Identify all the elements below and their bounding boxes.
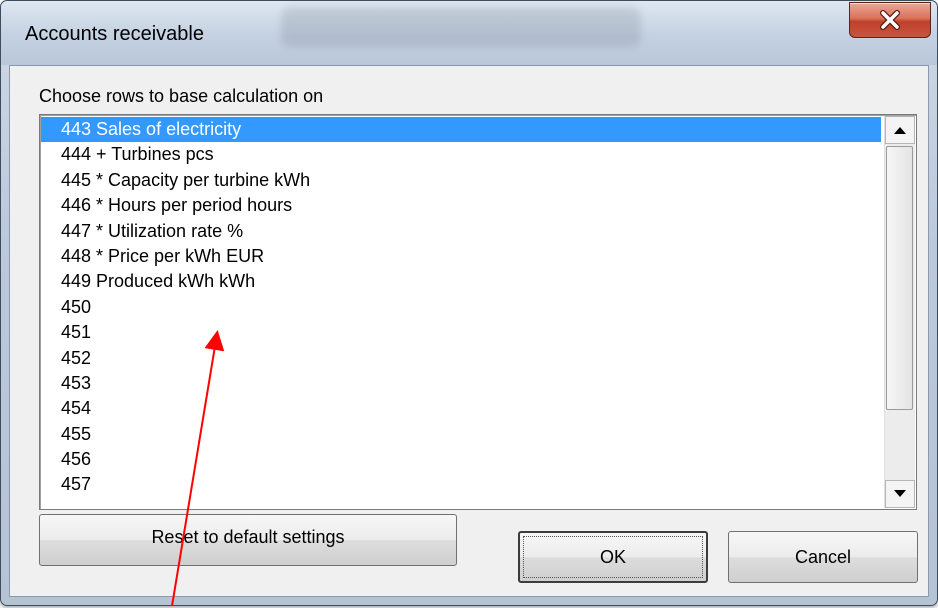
scroll-up-button[interactable]	[885, 116, 915, 144]
rows-prompt-label: Choose rows to base calculation on	[39, 86, 324, 106]
scroll-thumb[interactable]	[886, 146, 913, 410]
list-item[interactable]: 443 Sales of electricity	[41, 117, 881, 143]
list-item[interactable]: 454	[41, 396, 881, 421]
ok-button[interactable]: OK	[518, 531, 708, 583]
list-item[interactable]: 447 * Utilization rate %	[41, 219, 881, 244]
dialog-client-area: Choose rows to base calculation on 443 S…	[9, 65, 929, 597]
list-item[interactable]: 455	[41, 422, 881, 447]
list-item[interactable]: 453	[41, 371, 881, 396]
list-item[interactable]: 445 * Capacity per turbine kWh	[41, 168, 881, 193]
list-item[interactable]: 456	[41, 447, 881, 472]
close-button[interactable]	[849, 2, 931, 38]
list-item[interactable]: 444 + Turbines pcs	[41, 142, 881, 167]
list-item[interactable]: 452	[41, 346, 881, 371]
list-item[interactable]: 446 * Hours per period hours	[41, 193, 881, 218]
rows-listbox[interactable]: 443 Sales of electricity 444 + Turbines p…	[39, 114, 917, 510]
arrow-down-icon	[894, 490, 906, 497]
list-item[interactable]: 451	[41, 320, 881, 345]
reset-defaults-button[interactable]: Reset to default settings	[39, 514, 457, 566]
vertical-scrollbar[interactable]	[884, 116, 915, 508]
rows-list: 443 Sales of electricity 444 + Turbines p…	[41, 117, 881, 498]
close-x-icon	[880, 10, 900, 30]
scroll-down-button[interactable]	[885, 480, 915, 508]
title-bar[interactable]: Accounts receivable	[1, 1, 937, 65]
arrow-up-icon	[894, 127, 906, 134]
cancel-button[interactable]: Cancel	[728, 531, 918, 583]
list-item[interactable]: 449 Produced kWh kWh	[41, 269, 881, 294]
list-item[interactable]: 450	[41, 295, 881, 320]
list-item[interactable]: 457	[41, 472, 881, 497]
window-title: Accounts receivable	[25, 23, 204, 45]
dialog-window: Accounts receivable Choose rows to base …	[0, 0, 938, 606]
list-item[interactable]: 448 * Price per kWh EUR	[41, 244, 881, 269]
